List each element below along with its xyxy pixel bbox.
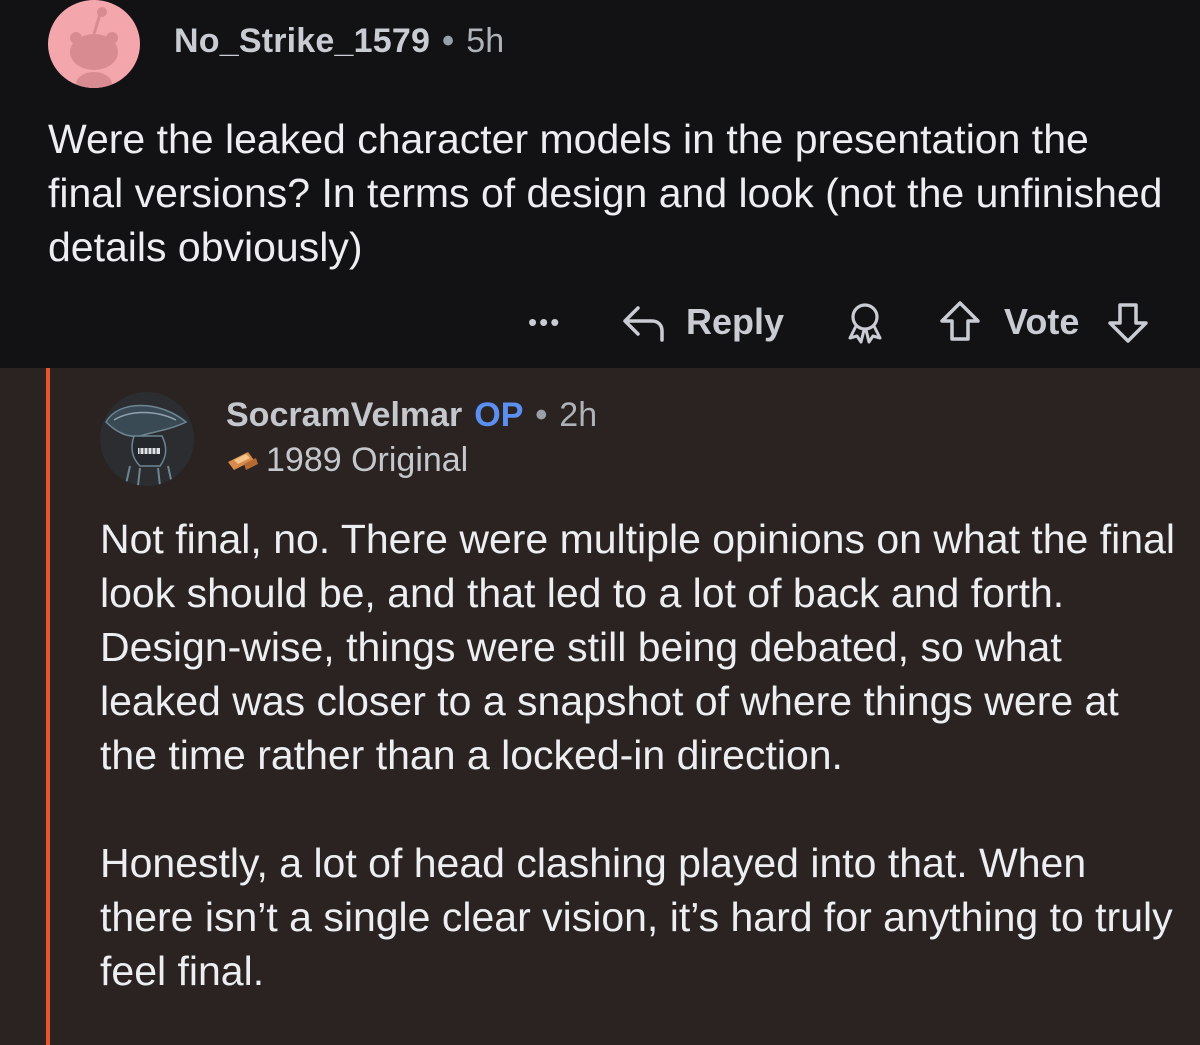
more-options-button[interactable]: •••	[528, 300, 561, 344]
op-username[interactable]: SocramVelmar	[226, 396, 462, 434]
snoo-avatar-icon	[50, 0, 138, 88]
comment-meta: No_Strike_1579 • 5h	[174, 22, 504, 61]
comment-body: Were the leaked character models in the …	[48, 116, 1163, 270]
reply-button[interactable]: Reply	[620, 298, 784, 346]
comment-age: 5h	[466, 22, 505, 60]
upvote-arrow-icon	[940, 301, 980, 341]
alien-avatar-icon	[100, 392, 194, 486]
upvote-button[interactable]	[938, 298, 982, 346]
reply-paragraph: Not final, no. There were multiple opini…	[100, 516, 1175, 778]
meta-separator: •	[442, 22, 455, 60]
meta-separator: •	[535, 396, 548, 434]
reply-meta: SocramVelmar OP • 2h	[226, 396, 597, 435]
flair-text: 1989 Original	[266, 441, 469, 479]
user-avatar[interactable]	[48, 0, 140, 88]
reply-body: Not final, no. There were multiple opini…	[100, 512, 1180, 998]
downvote-arrow-icon	[1108, 303, 1148, 343]
op-avatar[interactable]	[100, 392, 194, 486]
reply-age: 2h	[559, 396, 598, 434]
reply-arrow-icon	[623, 306, 664, 342]
more-options-icon: •••	[528, 306, 562, 337]
op-badge: OP	[474, 396, 524, 434]
award-button[interactable]	[842, 300, 888, 344]
reply-paragraph: Honestly, a lot of head clashing played …	[100, 840, 1173, 994]
downvote-button[interactable]	[1106, 298, 1150, 346]
vote-count: Vote	[1004, 301, 1080, 342]
flair-icon	[228, 451, 258, 470]
thread-line[interactable]	[46, 368, 50, 1045]
award-icon	[848, 303, 882, 344]
user-flair: 1989 Original	[226, 441, 468, 480]
reply-label: Reply	[686, 301, 785, 342]
username[interactable]: No_Strike_1579	[174, 22, 430, 60]
